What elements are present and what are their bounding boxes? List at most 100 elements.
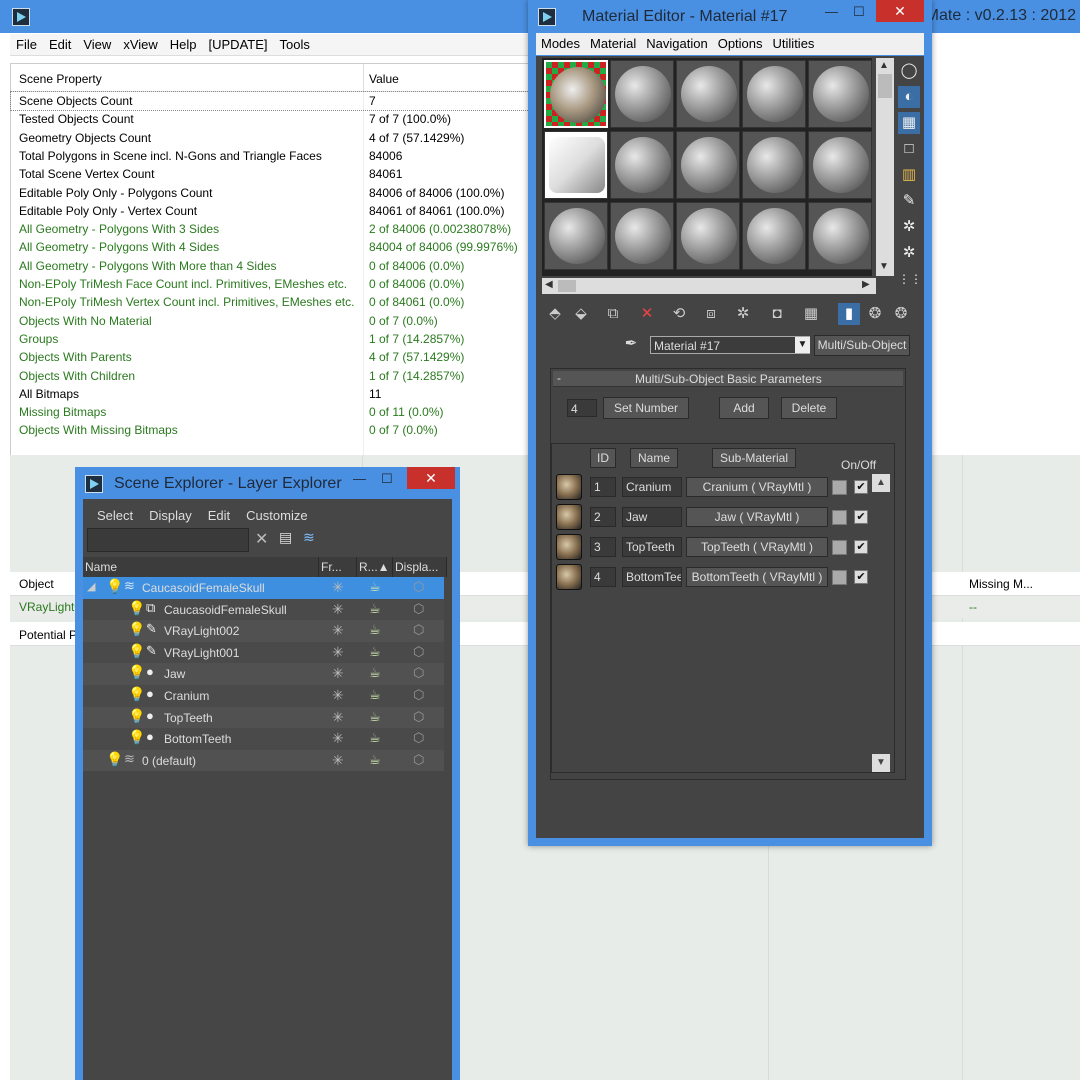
freeze-icon[interactable]: ✳ <box>332 601 344 618</box>
lightbulb-icon[interactable]: 💡 <box>128 600 145 617</box>
table-row[interactable]: All Bitmaps 11 <box>11 385 531 403</box>
table-row[interactable]: Scene Objects Count 7 <box>10 90 532 112</box>
minimize-button[interactable]: — <box>353 471 366 486</box>
slots-vertical-scrollbar[interactable]: ▲ ▼ <box>876 58 894 276</box>
menu-xview[interactable]: xView <box>117 34 163 55</box>
teapot-render-icon[interactable]: ☕ <box>369 622 381 638</box>
sort-by-id-button[interactable]: ID <box>590 448 616 468</box>
lightbulb-icon[interactable]: 💡 <box>128 708 145 725</box>
sub-material-on-checkbox[interactable]: ✔ <box>854 480 868 494</box>
put-to-library-icon[interactable]: ⧈ <box>700 303 722 325</box>
make-unique-icon[interactable]: ⟲ <box>668 303 690 325</box>
sample-uv-tiling-icon[interactable]: □ <box>898 138 920 160</box>
freeze-icon[interactable]: ✳ <box>332 730 344 747</box>
put-to-scene-icon[interactable]: ⬙ <box>570 303 592 325</box>
sub-material-button[interactable]: Cranium ( VRayMtl ) <box>686 477 828 497</box>
expand-arrow-icon[interactable]: ◢ <box>87 580 95 593</box>
box-display-icon[interactable]: ⬡ <box>413 687 424 703</box>
menu-tools[interactable]: Tools <box>274 34 316 55</box>
backlight-icon[interactable]: ◐ <box>898 86 920 108</box>
scroll-right-icon[interactable]: ▶ <box>862 279 870 290</box>
add-button[interactable]: Add <box>719 397 769 419</box>
rollout-header[interactable]: - Multi/Sub-Object Basic Parameters <box>553 371 903 387</box>
sub-material-id[interactable]: 1 <box>590 477 616 497</box>
table-row[interactable]: All Geometry - Polygons With 3 Sides 2 of… <box>11 220 531 238</box>
material-sample-slot[interactable] <box>544 202 608 270</box>
sub-material-thumbnail[interactable] <box>556 534 582 560</box>
tree-row[interactable]: 💡 ● BottomTeeth ✳ ☕ ⬡ <box>83 728 444 750</box>
freeze-icon[interactable]: ✳ <box>332 622 344 639</box>
chevron-down-icon[interactable]: ▼ <box>795 337 810 353</box>
lightbulb-icon[interactable]: 💡 <box>128 664 145 681</box>
video-color-check-icon[interactable]: ▥ <box>898 164 920 186</box>
sub-material-button[interactable]: TopTeeth ( VRayMtl ) <box>686 537 828 557</box>
sort-by-submaterial-button[interactable]: Sub-Material <box>712 448 796 468</box>
maximize-button[interactable]: ☐ <box>381 471 393 487</box>
menu-modes[interactable]: Modes <box>536 33 585 54</box>
menu-display[interactable]: Display <box>141 505 200 526</box>
material-map-navigator-icon[interactable]: ⋮⋮ <box>898 268 922 290</box>
sub-material-color-swatch[interactable] <box>832 510 847 525</box>
teapot-render-icon[interactable]: ☕ <box>369 665 381 681</box>
sub-material-color-swatch[interactable] <box>832 540 847 555</box>
teapot-render-icon[interactable]: ☕ <box>369 687 381 703</box>
material-sample-slot[interactable] <box>610 202 674 270</box>
menu-utilities[interactable]: Utilities <box>768 33 820 54</box>
go-forward-sibling-icon[interactable]: ❂ <box>864 303 886 325</box>
pick-material-icon[interactable]: ❂ <box>890 303 912 325</box>
make-preview-icon[interactable]: ✎ <box>898 190 920 212</box>
scroll-down-icon[interactable]: ▼ <box>879 261 889 272</box>
sub-material-on-checkbox[interactable]: ✔ <box>854 510 868 524</box>
clear-search-icon[interactable]: ✕ <box>255 529 268 549</box>
rollout-toggle[interactable]: - <box>557 371 561 385</box>
material-sample-slot[interactable] <box>676 131 740 199</box>
table-row[interactable]: All Geometry - Polygons With More than 4… <box>11 257 531 275</box>
teapot-render-icon[interactable]: ☕ <box>369 730 381 746</box>
maximize-button[interactable]: ☐ <box>853 4 865 20</box>
material-type-button[interactable]: Multi/Sub-Object <box>814 335 910 356</box>
teapot-render-icon[interactable]: ☕ <box>369 709 381 725</box>
material-id-channel-icon[interactable]: ✲ <box>732 303 754 325</box>
menu-edit[interactable]: Edit <box>200 505 238 526</box>
box-display-icon[interactable]: ⬡ <box>413 665 424 681</box>
box-display-icon[interactable]: ⬡ <box>413 709 424 725</box>
sub-material-button[interactable]: Jaw ( VRayMtl ) <box>686 507 828 527</box>
menu-file[interactable]: File <box>10 34 43 55</box>
delete-button[interactable]: Delete <box>781 397 837 419</box>
lightbulb-icon[interactable]: 💡 <box>128 621 145 638</box>
table-row[interactable]: Objects With Children 1 of 7 (14.2857%) <box>11 367 531 385</box>
table-row[interactable]: Tested Objects Count 7 of 7 (100.0%) <box>11 110 531 128</box>
close-button[interactable]: ✕ <box>407 467 455 489</box>
scroll-left-icon[interactable]: ◀ <box>545 279 553 290</box>
menu-update[interactable]: [UPDATE] <box>203 34 274 55</box>
header-value[interactable]: Value <box>369 72 399 86</box>
material-sample-slot[interactable] <box>676 60 740 128</box>
column-renderable[interactable]: R...▲ <box>357 557 393 577</box>
sort-by-name-button[interactable]: Name <box>630 448 678 468</box>
material-sample-slot[interactable] <box>610 131 674 199</box>
table-row[interactable]: Non-EPoly TriMesh Face Count incl. Primi… <box>11 275 531 293</box>
material-sample-slot[interactable] <box>808 202 872 270</box>
sub-material-id[interactable]: 3 <box>590 537 616 557</box>
teapot-render-icon[interactable]: ☕ <box>369 579 381 595</box>
table-row[interactable]: Total Polygons in Scene incl. N-Gons and… <box>11 147 531 165</box>
tree-row[interactable]: 💡 ✎ VRayLight001 ✳ ☕ ⬡ <box>83 641 444 664</box>
scroll-up-icon[interactable]: ▲ <box>879 60 889 71</box>
new-layer-icon[interactable]: ▤ <box>279 529 292 546</box>
table-row[interactable]: Non-EPoly TriMesh Vertex Count incl. Pri… <box>11 293 531 311</box>
table-row[interactable]: Objects With No Material 0 of 7 (0.0%) <box>11 312 531 330</box>
search-input[interactable] <box>87 528 249 552</box>
menu-options[interactable]: Options <box>713 33 768 54</box>
material-sample-slot[interactable] <box>742 202 806 270</box>
menu-customize[interactable]: Customize <box>238 505 315 526</box>
box-display-icon[interactable]: ⬡ <box>413 752 424 768</box>
menu-material[interactable]: Material <box>585 33 641 54</box>
set-number-button[interactable]: Set Number <box>603 397 689 419</box>
lightbulb-icon[interactable]: 💡 <box>128 686 145 703</box>
teapot-render-icon[interactable]: ☕ <box>369 644 381 660</box>
sub-material-name[interactable]: BottomTee <box>622 567 682 587</box>
minimize-button[interactable]: — <box>825 4 838 19</box>
teapot-render-icon[interactable]: ☕ <box>369 601 381 617</box>
list-scroll-up-icon[interactable]: ▲ <box>872 474 890 492</box>
table-row[interactable]: Objects With Missing Bitmaps 0 of 7 (0.0%… <box>11 421 531 439</box>
